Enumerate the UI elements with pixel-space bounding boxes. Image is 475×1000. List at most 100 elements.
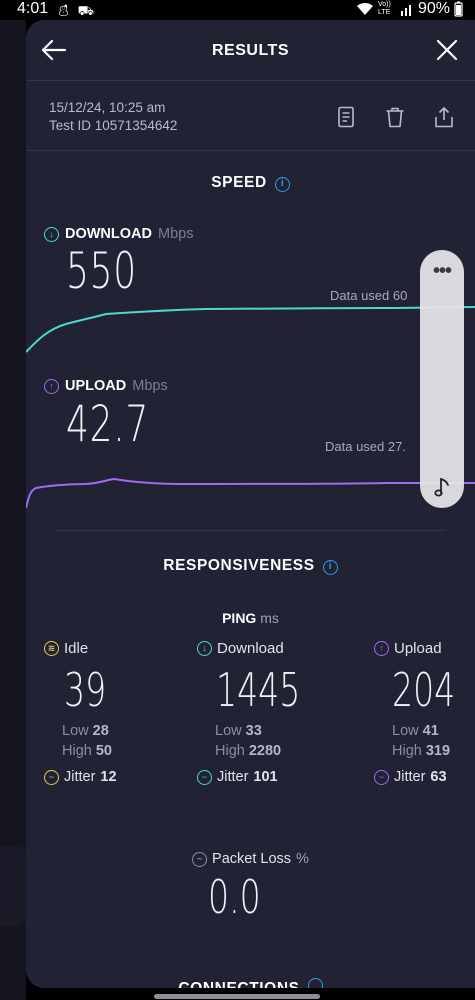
jitter-label: Jitter [394,769,426,785]
header-divider [26,80,475,81]
jitter-icon: ~ [44,769,59,785]
ping-upload-high-value: 319 [425,743,451,759]
ping-upload-low-value: 41 [422,723,439,739]
packet-loss-icon: ~ [192,851,208,867]
jitter-icon: ~ [197,769,212,785]
more-horizontal-icon[interactable]: ••• [420,260,464,283]
ping-upload-jitter-value: 63 [430,769,447,785]
ping-label: PING [222,610,257,626]
upload-speed-value: 42.7 [66,395,150,453]
ping-idle-column: ≋ Idle 39 Low 28 High 50 ~ Jitter 12 [44,640,184,785]
status-right: Vo)) LTE 90% [356,0,463,18]
speed-section-title: SPEED i [26,174,475,192]
low-label: Low [392,723,419,739]
download-speed-graph [26,306,475,353]
music-note-icon[interactable] [432,476,454,498]
ping-upload-jitter: ~ Jitter 63 [374,769,474,785]
home-indicator[interactable] [154,994,320,999]
packet-loss-heading: ~ Packet Loss % [26,851,475,867]
ping-idle-header: ≋ Idle [44,640,184,657]
ping-upload-title: Upload [394,640,442,657]
ping-idle-low: Low 28 [62,723,184,739]
speed-title-text: SPEED [211,174,267,191]
high-label: High [62,743,92,759]
connections-section-title: CONNECTIONS [26,978,475,988]
info-icon[interactable]: i [274,177,290,192]
ping-heading: PING ms [26,610,475,626]
download-label-text: DOWNLOAD [65,226,152,242]
wifi-icon [356,2,373,16]
ping-download-title: Download [217,640,284,657]
battery-icon [454,1,463,17]
upload-arrow-icon: ↑ [44,378,59,394]
network-label: Vo)) LTE [377,1,391,16]
ping-upload-high: High 319 [392,743,474,759]
responsiveness-section-title: RESPONSIVENESS i [26,557,475,575]
ping-idle-high: High 50 [62,743,184,759]
ping-download-jitter: ~ Jitter 101 [197,769,337,785]
ping-download-low-value: 33 [245,723,262,739]
ping-download-header: ↓ Download [197,640,337,657]
high-label: High [392,743,422,759]
packet-loss-label: Packet Loss [212,851,292,867]
download-unit: Mbps [158,226,194,242]
test-id: Test ID 10571354642 [49,118,178,133]
status-time: 4:01 [17,0,49,17]
upload-arrow-icon: ↑ [374,641,389,656]
responsiveness-title-text: RESPONSIVENESS [163,557,315,574]
ping-idle-value: 39 [64,663,107,717]
low-label: Low [62,723,89,739]
low-label: Low [215,723,242,739]
ping-download-jitter-value: 101 [253,769,278,785]
high-label: High [215,743,245,759]
jitter-label: Jitter [217,769,249,785]
idle-icon: ≋ [44,641,59,656]
upload-label-text: UPLOAD [65,378,127,394]
ping-upload-column: ↑ Upload 204 Low 41 High 319 ~ Jitter 63 [374,640,474,785]
ping-idle-low-value: 28 [92,723,109,739]
ping-download-column: ↓ Download 1445 Low 33 High 2280 ~ Jitte… [197,640,337,785]
signal-icon [400,5,411,16]
ping-upload-value: 204 [392,663,456,717]
status-bar: 4:01 ⛄︎ ⛟︎ Vo)) LTE 90% [0,0,475,20]
upload-speed-graph [26,477,475,509]
background-app-card [0,846,26,926]
trash-icon[interactable] [385,106,405,128]
results-sheet: RESULTS 15/12/24, 10:25 am Test ID 10571… [26,20,475,988]
meta-divider [26,150,475,151]
download-arrow-icon: ↓ [197,641,212,656]
connections-title-text: CONNECTIONS [178,980,299,988]
document-icon[interactable] [336,106,356,128]
info-icon[interactable]: i [322,560,338,575]
floating-side-panel[interactable]: ••• [420,250,464,508]
ping-idle-title: Idle [64,640,89,657]
ping-download-high: High 2280 [215,743,337,759]
info-icon[interactable] [307,978,323,988]
jitter-label: Jitter [64,769,96,785]
upload-unit: Mbps [132,378,168,394]
test-datetime: 15/12/24, 10:25 am [49,100,166,115]
ping-download-value: 1445 [216,663,301,717]
packet-loss-value: 0.0 [208,870,261,924]
download-arrow-icon: ↓ [44,226,59,242]
battery-percent: 90% [417,0,450,17]
ping-idle-jitter: ~ Jitter 12 [44,769,184,785]
page-title: RESULTS [212,42,289,59]
ping-upload-header: ↑ Upload [374,640,474,657]
ping-download-high-value: 2280 [248,743,282,759]
download-speed-value: 550 [66,242,137,300]
packet-loss-unit: % [296,851,309,867]
close-icon[interactable] [435,38,459,62]
ping-unit: ms [260,610,279,626]
jitter-icon: ~ [374,769,389,785]
top-bar: RESULTS [26,20,475,80]
share-icon[interactable] [434,106,454,128]
ping-upload-low: Low 41 [392,723,474,739]
background-app-strip [0,20,26,1000]
ping-idle-jitter-value: 12 [100,769,117,785]
ping-download-low: Low 33 [215,723,337,739]
upload-label: ↑ UPLOAD Mbps [44,378,168,394]
download-label: ↓ DOWNLOAD Mbps [44,226,193,242]
notification-icon: ⛄︎ ⛟︎ [57,3,96,18]
speed-divider [56,530,446,531]
